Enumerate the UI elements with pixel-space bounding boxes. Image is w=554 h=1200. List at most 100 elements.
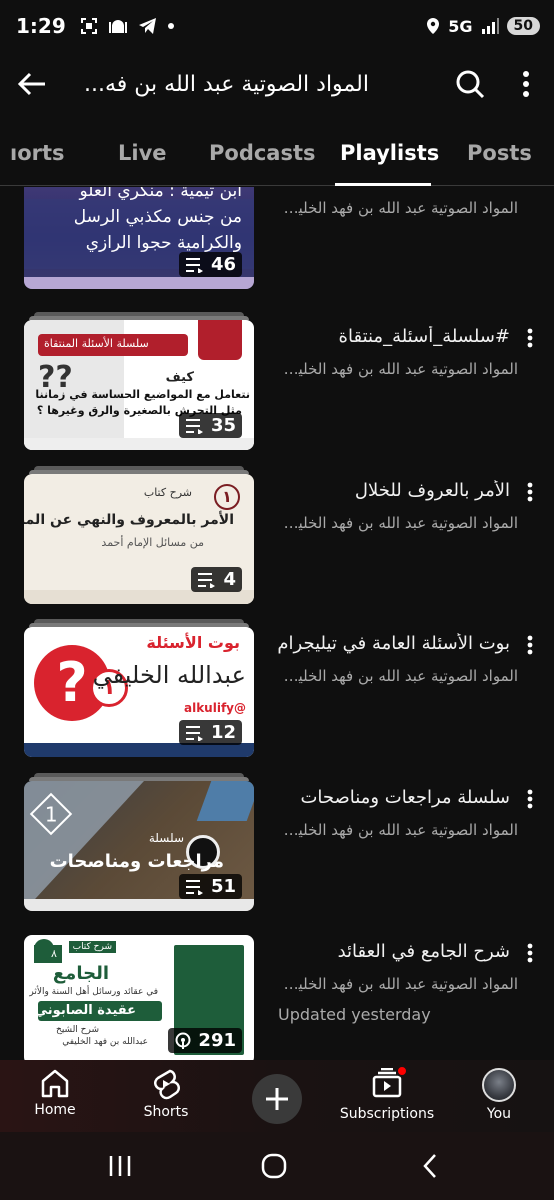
episode-count: 291 bbox=[198, 1030, 236, 1051]
recent-apps-icon bbox=[109, 1156, 131, 1176]
circle-home-icon bbox=[261, 1153, 287, 1179]
screenshot-icon bbox=[80, 18, 97, 34]
thumb-line: بوت الأسئلة bbox=[146, 633, 240, 652]
create-button[interactable] bbox=[252, 1074, 302, 1124]
recent-apps-button[interactable] bbox=[100, 1150, 140, 1182]
thumb-line: في عقائد ورسائل أهل السنة والأثر bbox=[29, 987, 158, 997]
podcast-icon bbox=[175, 1032, 191, 1049]
playlist-title: سلسلة مراجعات ومناصحات bbox=[300, 787, 510, 808]
thumb-line: شرح الشيخ bbox=[56, 1025, 99, 1035]
thumb-line: عقيدة الصابوني bbox=[34, 1003, 136, 1018]
home-system-button[interactable] bbox=[254, 1150, 294, 1182]
more-vert-icon bbox=[527, 943, 533, 963]
playlist-thumbnail[interactable]: ابن تيمية : منكري العلو من جنس مكذبي الر… bbox=[24, 187, 254, 289]
video-count-badge: 12 bbox=[178, 720, 242, 745]
tab-playlists[interactable]: Playlists bbox=[340, 141, 439, 165]
channel-tabs: ıorts Live Podcasts Playlists Posts bbox=[0, 124, 554, 186]
shorts-icon bbox=[154, 1069, 180, 1100]
network-type: 5G bbox=[448, 16, 473, 36]
thumb-line: ابن تيمية : منكري العلو bbox=[79, 187, 243, 201]
playlist-channel: المواد الصوتية عبد الله بن فهد الخليف... bbox=[278, 514, 518, 532]
playlist-thumbnail[interactable]: ١ شرح كتاب الأمر بالمعروف والنهي عن المن… bbox=[24, 466, 254, 604]
thumb-line: نتعامل مع المواضيع الحساسة في زماننا bbox=[35, 388, 250, 401]
system-navigation-bar bbox=[0, 1132, 554, 1200]
nav-subscriptions[interactable]: Subscriptions bbox=[332, 1065, 442, 1122]
nav-shorts[interactable]: Shorts bbox=[111, 1068, 221, 1120]
status-system-icons: 5G 50 bbox=[426, 17, 540, 36]
playlist-menu-button[interactable] bbox=[518, 324, 542, 352]
playlist-thumbnail[interactable]: ٣١٨ شرح كتاب الجامع في عقائد ورسائل أهل … bbox=[24, 935, 254, 1060]
thumb-line: والكرامية حجوا الرازي bbox=[85, 233, 242, 253]
thumb-line: سلسلة الأسئلة المنتقاة bbox=[44, 337, 149, 350]
more-vert-icon bbox=[523, 71, 529, 97]
playlist-item[interactable]: 1 سلسلة مراجعات ومناصحات 51 سلسلة مراجعا… bbox=[0, 773, 554, 911]
video-count: 46 bbox=[210, 254, 236, 275]
playlist-list: ابن تيمية : منكري العلو من جنس مكذبي الر… bbox=[0, 187, 554, 1060]
plus-icon bbox=[266, 1088, 288, 1110]
nav-shorts-label: Shorts bbox=[143, 1104, 189, 1120]
tab-posts[interactable]: Posts bbox=[467, 141, 532, 165]
back-button[interactable] bbox=[0, 52, 64, 116]
tab-shorts[interactable]: ıorts bbox=[10, 141, 65, 165]
video-count: 51 bbox=[210, 876, 236, 897]
nav-you[interactable]: You bbox=[444, 1068, 554, 1122]
video-count-badge: 46 bbox=[178, 252, 242, 277]
thumb-line: مراجعات ومناصحات bbox=[49, 851, 224, 872]
thumb-line: شرح كتاب bbox=[68, 941, 116, 953]
tab-live[interactable]: Live bbox=[118, 141, 167, 165]
playlist-menu-button[interactable] bbox=[518, 478, 542, 506]
thumb-line: من جنس مكذبي الرسل bbox=[73, 207, 242, 227]
playlist-item[interactable]: ٣١٨ شرح كتاب الجامع في عقائد ورسائل أهل … bbox=[0, 935, 554, 1060]
app-bar: المواد الصوتية عبد الله بن فه... bbox=[0, 52, 554, 116]
telegram-icon bbox=[138, 18, 156, 34]
playlist-menu-button[interactable] bbox=[518, 939, 542, 967]
more-notifications-dot bbox=[167, 23, 174, 29]
playlist-channel: المواد الصوتية عبد الله بن فهد الخليف... bbox=[278, 975, 518, 993]
playlist-item[interactable]: ? ١ بوت الأسئلة عبدالله الخليفي @alkulif… bbox=[0, 619, 554, 757]
thumb-line: الأمر بالمعروف والنهي عن المنكر bbox=[24, 512, 234, 528]
playlist-icon bbox=[185, 879, 203, 895]
status-bar: 1:29 5G 50 bbox=[0, 0, 554, 52]
video-count-badge: 35 bbox=[178, 413, 242, 438]
nav-home[interactable]: Home bbox=[0, 1068, 110, 1118]
thumb-line: @alkulify bbox=[183, 701, 246, 715]
playlist-thumbnail[interactable]: سلسلة الأسئلة المنتقاة ?? كيف نتعامل مع … bbox=[24, 312, 254, 450]
tab-podcasts[interactable]: Podcasts bbox=[209, 141, 316, 165]
mosque-icon bbox=[108, 20, 127, 33]
location-icon bbox=[427, 18, 440, 34]
video-count: 4 bbox=[223, 569, 236, 590]
more-vert-icon bbox=[527, 635, 533, 655]
playlist-title: #سلسلة_أسئلة_منتقاة bbox=[338, 326, 510, 347]
signal-icon bbox=[481, 18, 499, 34]
thumb-line: كيف bbox=[165, 370, 194, 385]
playlist-title: الأمر بالعروف للخلال bbox=[354, 480, 510, 501]
more-vert-icon bbox=[527, 789, 533, 809]
bottom-navigation: Home Shorts Subscriptions You bbox=[0, 1060, 554, 1132]
playlist-item[interactable]: سلسلة الأسئلة المنتقاة ?? كيف نتعامل مع … bbox=[0, 312, 554, 450]
thumb-line: سلسلة bbox=[148, 831, 184, 845]
video-count-badge: 51 bbox=[178, 874, 242, 899]
back-system-button[interactable] bbox=[410, 1150, 450, 1182]
search-icon bbox=[456, 70, 485, 99]
playlist-menu-button[interactable] bbox=[518, 785, 542, 813]
playlist-icon bbox=[185, 725, 203, 741]
nav-subscriptions-label: Subscriptions bbox=[339, 1106, 435, 1122]
thumb-line: شرح كتاب bbox=[143, 486, 192, 499]
video-count: 35 bbox=[210, 415, 236, 436]
playlist-title: بوت الأسئلة العامة في تيليجرام bbox=[278, 633, 510, 654]
playlist-icon bbox=[185, 418, 203, 434]
nav-home-label: Home bbox=[34, 1102, 76, 1118]
more-options-button[interactable] bbox=[498, 52, 554, 116]
playlist-channel: المواد الصوتية عبد الله بن فهد الخليف... bbox=[278, 360, 518, 378]
more-vert-icon bbox=[527, 328, 533, 348]
playlist-thumbnail[interactable]: 1 سلسلة مراجعات ومناصحات 51 bbox=[24, 773, 254, 911]
playlist-item[interactable]: ١ شرح كتاب الأمر بالمعروف والنهي عن المن… bbox=[0, 466, 554, 604]
search-button[interactable] bbox=[442, 52, 498, 116]
playlist-updated: Updated yesterday bbox=[278, 1005, 431, 1024]
playlist-menu-button[interactable] bbox=[518, 631, 542, 659]
episode-count-badge: 291 bbox=[168, 1028, 242, 1053]
playlist-item[interactable]: ابن تيمية : منكري العلو من جنس مكذبي الر… bbox=[0, 187, 554, 289]
playlist-channel: المواد الصوتية عبد الله بن فهد الخليف... bbox=[278, 821, 518, 839]
playlist-thumbnail[interactable]: ? ١ بوت الأسئلة عبدالله الخليفي @alkulif… bbox=[24, 619, 254, 757]
thumb-line: الجامع bbox=[52, 963, 109, 984]
